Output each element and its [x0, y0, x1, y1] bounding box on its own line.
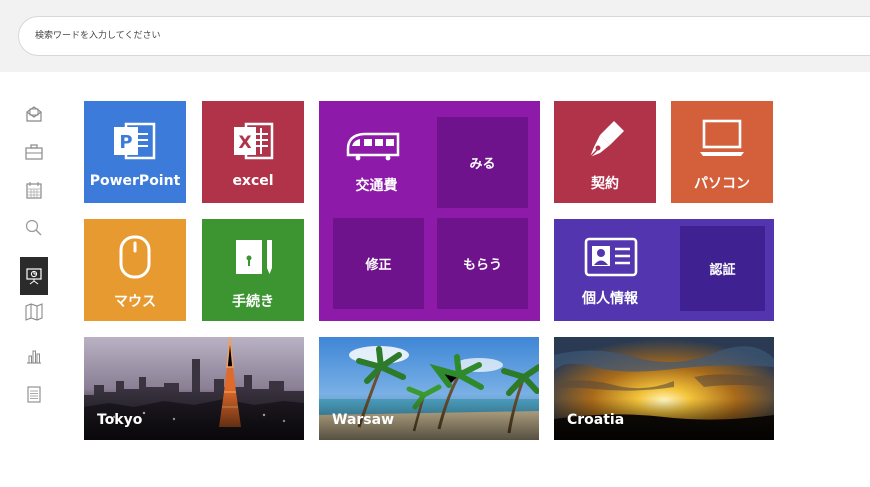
id-card-icon: [584, 237, 638, 277]
svg-text:X: X: [238, 133, 251, 153]
tile-label: 交通費: [355, 178, 398, 194]
tile-pc[interactable]: パソコン: [671, 101, 773, 203]
sidebar-item-clipboard[interactable]: [20, 380, 48, 408]
sidebar-item-map[interactable]: [20, 298, 48, 326]
search-bar[interactable]: [18, 16, 870, 56]
tile-contract[interactable]: 契約: [554, 101, 656, 203]
transport-view-button[interactable]: みる: [437, 117, 528, 208]
sidebar-item-calendar[interactable]: [20, 176, 48, 204]
laptop-icon: [700, 119, 744, 156]
sidebar-item-search[interactable]: [20, 214, 48, 242]
transport-view-label: みる: [469, 157, 496, 172]
train-icon: [346, 132, 400, 161]
top-bar: [0, 0, 870, 72]
tile-label: 手続き: [232, 294, 274, 310]
tile-label: 契約: [591, 176, 619, 192]
tile-transport[interactable]: 交通費 みる 修正 もらう: [319, 101, 540, 321]
chart-icon: [27, 350, 41, 364]
tile-personal-info[interactable]: 個人情報 認証: [554, 219, 774, 321]
pen-icon: [589, 121, 624, 158]
sidebar-item-presentation[interactable]: [20, 257, 48, 295]
briefcase-icon: [25, 144, 43, 160]
mouse-icon: [119, 235, 151, 279]
tile-mouse[interactable]: マウス: [84, 219, 186, 321]
search-input[interactable]: [35, 17, 855, 55]
presentation-icon: [26, 268, 42, 285]
sidebar-item-chart[interactable]: [20, 342, 48, 370]
sidebar-item-mail[interactable]: [20, 100, 48, 128]
transport-fix-label: 修正: [365, 258, 392, 273]
sidebar-item-briefcase[interactable]: [20, 138, 48, 166]
personal-auth-label: 認証: [709, 263, 736, 278]
photo-caption: Croatia: [567, 412, 625, 428]
tile-label: PowerPoint: [89, 173, 181, 189]
photo-tile-tokyo[interactable]: Tokyo: [84, 337, 304, 440]
photo-tile-croatia[interactable]: Croatia: [554, 337, 774, 440]
tile-procedure[interactable]: 手続き: [202, 219, 304, 321]
svg-text:P: P: [119, 132, 132, 153]
photo-caption: Tokyo: [97, 412, 143, 428]
calendar-icon: [26, 182, 42, 199]
personal-auth-button[interactable]: 認証: [680, 226, 765, 311]
transport-receive-label: もらう: [462, 258, 502, 273]
search-icon: [25, 219, 42, 236]
tile-label: マウス: [114, 294, 156, 310]
tile-powerpoint[interactable]: P PowerPoint: [84, 101, 186, 203]
photo-tile-warsaw[interactable]: Warsaw: [319, 337, 539, 440]
tile-excel[interactable]: X excel: [202, 101, 304, 203]
transport-receive-button[interactable]: もらう: [437, 218, 528, 309]
clipboard-icon: [27, 386, 41, 403]
tile-label: excel: [232, 173, 274, 189]
powerpoint-icon: P: [114, 122, 156, 160]
excel-icon: X: [234, 122, 274, 160]
mail-icon: [26, 106, 42, 122]
tile-label: 個人情報: [582, 291, 638, 307]
notebook-pen-icon: [236, 240, 272, 274]
map-icon: [25, 303, 43, 321]
transport-fix-button[interactable]: 修正: [333, 218, 424, 309]
photo-caption: Warsaw: [332, 412, 395, 428]
tile-label: パソコン: [694, 176, 750, 192]
